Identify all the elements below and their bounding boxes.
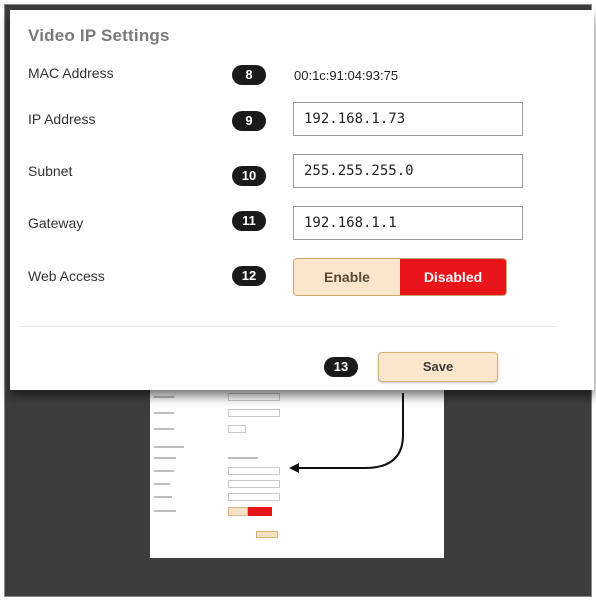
callout-arrow	[289, 393, 404, 473]
outer-frame: Video IP Settings MAC Address 8 00:1c:91…	[4, 4, 594, 597]
